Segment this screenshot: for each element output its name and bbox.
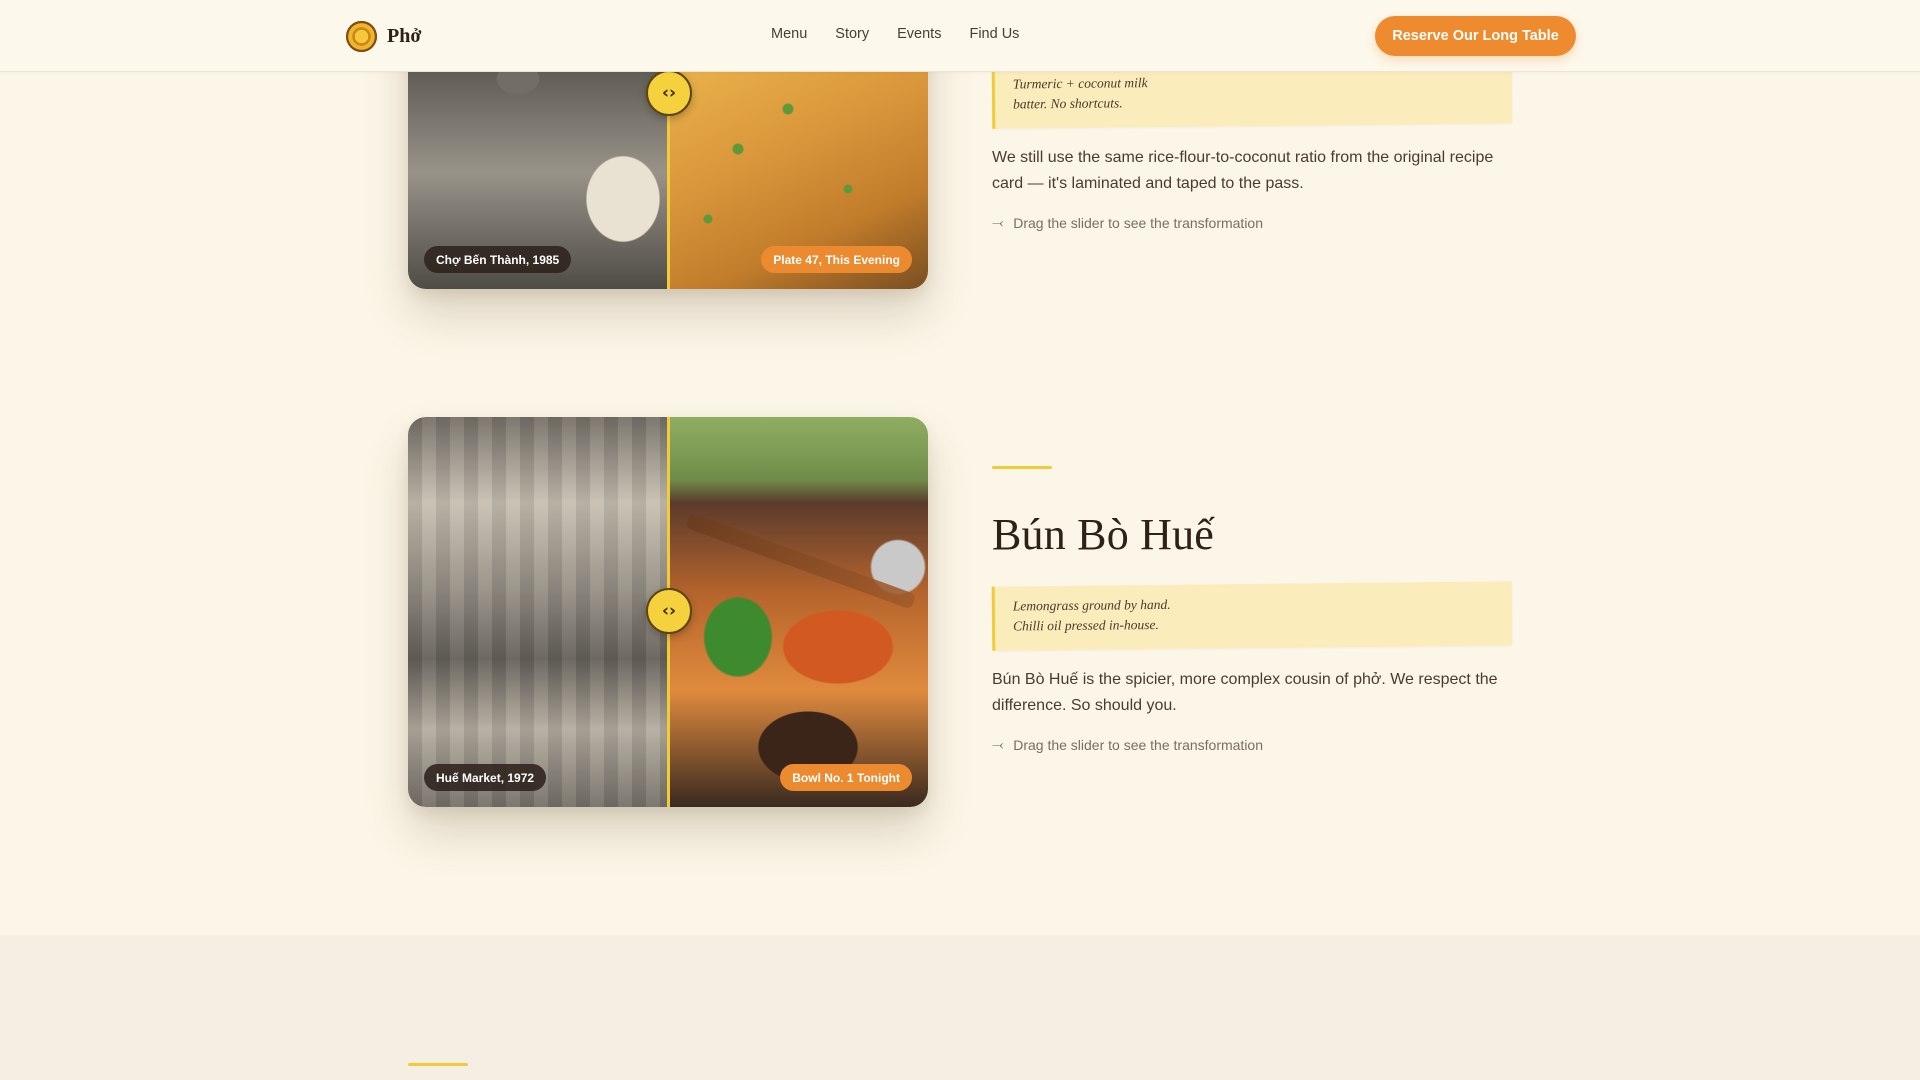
reserve-button[interactable]: Reserve Our Long Table [1375,16,1576,56]
note-line: batter. No shortcuts. [1013,95,1123,112]
after-image-soup [668,417,928,807]
slider-handle[interactable]: ‹› [646,70,692,116]
chopsticks-illustration [685,512,917,610]
before-after-slider-2[interactable]: ‹› Huế Market, 1972 Bowl No. 1 Tonight [408,417,928,807]
dish-description: Bún Bò Huế is the spicier, more complex … [992,671,1498,714]
main-nav: Menu Story Events Find Us [771,26,1019,42]
dish-description: We still use the same rice-flour-to-coco… [992,149,1494,192]
nav-link-menu[interactable]: Menu [771,26,807,42]
next-section [0,935,1920,1080]
handwritten-note: Lemongrass ground by hand. Chilli oil pr… [991,581,1513,651]
slider-handle[interactable]: ‹› [646,588,692,634]
brand-link[interactable]: Phở [346,20,421,52]
slider-hint: ⤙ Drag the slider to see the transformat… [992,737,1512,753]
nav-link-story[interactable]: Story [835,26,869,42]
drag-arrows-icon: ⤙ [992,215,1004,231]
before-label: Chợ Bến Thành, 1985 [424,246,572,273]
before-image-street [408,417,668,807]
slider-hint-text: Drag the slider to see the transformatio… [1013,215,1263,231]
after-label: Bowl No. 1 Tonight [780,764,912,791]
nav-link-find-us[interactable]: Find Us [969,26,1019,42]
slider-hint: ⤙ Drag the slider to see the transformat… [992,215,1512,231]
slider-hint-text: Drag the slider to see the transformatio… [1013,737,1263,753]
drag-arrows-icon: ⤙ [992,737,1004,753]
dish-title: Bún Bò Huế [992,510,1214,559]
dish-story-2: Bún Bò Huế Lemongrass ground by hand. Ch… [991,466,1513,753]
note-line: Chilli oil pressed in-house. [1013,616,1159,634]
site-header: Phở Menu Story Events Find Us Reserve Ou… [0,0,1920,72]
dish-story-1: Turmeric + coconut milk batter. No short… [991,59,1513,231]
brand-name: Phở [387,24,422,47]
accent-line [992,466,1052,469]
accent-line [408,1063,468,1066]
logo-icon [346,20,377,52]
before-label: Huế Market, 1972 [424,764,547,791]
after-label: Plate 47, This Evening [761,246,912,273]
nav-link-events[interactable]: Events [897,26,941,42]
